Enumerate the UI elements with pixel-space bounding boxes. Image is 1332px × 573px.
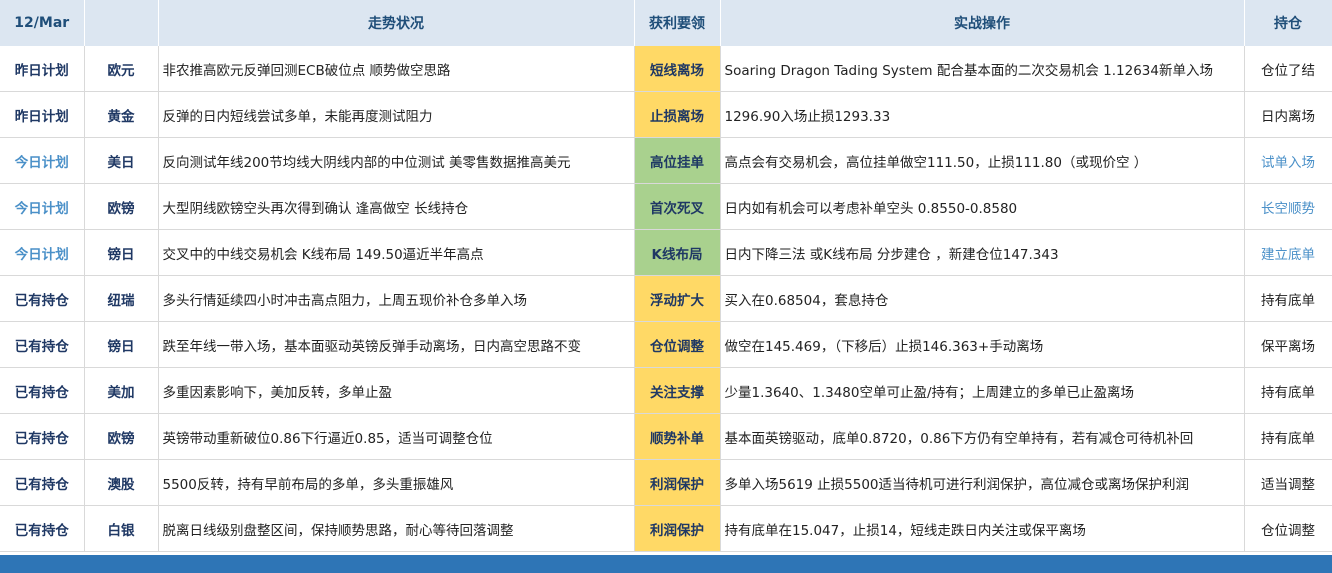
- table-body: 昨日计划 欧元 非农推高欧元反弹回测ECB破位点 顺势做空思路 短线离场 Soarin…: [0, 46, 1332, 552]
- asset-cell: 欧镑: [84, 183, 159, 230]
- plan-cell: 已有持仓: [0, 413, 85, 460]
- action-cell: 做空在145.469，（下移后）止损146.363+手动离场: [720, 321, 1245, 368]
- action-cell: 多单入场5619 止损5500适当待机可进行利润保护，高位减仓或离场保护利润: [720, 459, 1245, 506]
- trend-cell: 脱离日线级别盘整区间，保持顺势思路，耐心等待回落调整: [158, 505, 635, 552]
- asset-cell: 美日: [84, 137, 159, 184]
- profit-cell: 高位挂单: [634, 137, 721, 184]
- header-action: 实战操作: [720, 0, 1245, 46]
- trend-cell: 英镑带动重新破位0.86下行逼近0.85，适当可调整仓位: [158, 413, 635, 460]
- header-row: 12/Mar 走势状况 获利要领 实战操作 持仓: [0, 0, 1332, 46]
- header-profit: 获利要领: [634, 0, 721, 46]
- trend-cell: 大型阴线欧镑空头再次得到确认 逢高做空 长线持仓: [158, 183, 635, 230]
- table-row: 今日计划 欧镑 大型阴线欧镑空头再次得到确认 逢高做空 长线持仓 首次死叉 日内如有机会…: [0, 183, 1332, 230]
- action-cell: 日内下降三法 或K线布局 分步建仓 ，新建仓位147.343: [720, 229, 1245, 276]
- action-cell: Soaring Dragon Tading System 配合基本面的二次交易机…: [720, 46, 1245, 92]
- bottom-bar: [0, 555, 1332, 573]
- profit-cell: 短线离场: [634, 46, 721, 92]
- trend-cell: 多头行情延续四小时冲击高点阻力，上周五现价补仓多单入场: [158, 275, 635, 322]
- table-row: 已有持仓 纽瑞 多头行情延续四小时冲击高点阻力，上周五现价补仓多单入场 浮动扩大 买入在…: [0, 275, 1332, 322]
- plan-cell: 昨日计划: [0, 91, 85, 138]
- asset-cell: 美加: [84, 367, 159, 414]
- profit-cell: 关注支撑: [634, 367, 721, 414]
- header-blank: [84, 0, 159, 46]
- table-row: 已有持仓 镑日 跌至年线一带入场，基本面驱动英镑反弹手动离场，日内高空思路不变 仓位调…: [0, 321, 1332, 368]
- trend-cell: 5500反转，持有早前布局的多单，多头重振雄风: [158, 459, 635, 506]
- action-cell: 高点会有交易机会，高位挂单做空111.50，止损111.80（或现价空 ）: [720, 137, 1245, 184]
- position-cell: 长空顺势: [1244, 183, 1332, 230]
- plan-cell: 昨日计划: [0, 46, 85, 92]
- plan-cell: 今日计划: [0, 229, 85, 276]
- profit-cell: 利润保护: [634, 505, 721, 552]
- position-cell: 持有底单: [1244, 367, 1332, 414]
- asset-cell: 欧元: [84, 46, 159, 92]
- action-cell: 日内如有机会可以考虑补单空头 0.8550-0.8580: [720, 183, 1245, 230]
- profit-cell: 仓位调整: [634, 321, 721, 368]
- position-cell: 仓位了结: [1244, 46, 1332, 92]
- table-row: 已有持仓 欧镑 英镑带动重新破位0.86下行逼近0.85，适当可调整仓位 顺势补单 基本…: [0, 413, 1332, 460]
- asset-cell: 纽瑞: [84, 275, 159, 322]
- trading-plan-table: 12/Mar 走势状况 获利要领 实战操作 持仓 昨日计划 欧元 非农推高欧元反弹回…: [0, 0, 1332, 552]
- action-cell: 少量1.3640、1.3480空单可止盈/持有；上周建立的多单已止盈离场: [720, 367, 1245, 414]
- plan-cell: 已有持仓: [0, 505, 85, 552]
- position-cell: 适当调整: [1244, 459, 1332, 506]
- position-cell: 日内离场: [1244, 91, 1332, 138]
- profit-cell: K线布局: [634, 229, 721, 276]
- plan-cell: 已有持仓: [0, 367, 85, 414]
- action-cell: 买入在0.68504，套息持仓: [720, 275, 1245, 322]
- action-cell: 持有底单在15.047，止损14，短线走跌日内关注或保平离场: [720, 505, 1245, 552]
- plan-cell: 今日计划: [0, 183, 85, 230]
- position-cell: 保平离场: [1244, 321, 1332, 368]
- table-row: 昨日计划 欧元 非农推高欧元反弹回测ECB破位点 顺势做空思路 短线离场 Soarin…: [0, 46, 1332, 92]
- table-row: 已有持仓 澳股 5500反转，持有早前布局的多单，多头重振雄风 利润保护 多单入场561…: [0, 459, 1332, 506]
- trend-cell: 非农推高欧元反弹回测ECB破位点 顺势做空思路: [158, 46, 635, 92]
- profit-cell: 顺势补单: [634, 413, 721, 460]
- trend-cell: 反向测试年线200节均线大阴线内部的中位测试 美零售数据推高美元: [158, 137, 635, 184]
- header-date: 12/Mar: [0, 0, 85, 46]
- profit-cell: 浮动扩大: [634, 275, 721, 322]
- profit-cell: 首次死叉: [634, 183, 721, 230]
- table-row: 已有持仓 白银 脱离日线级别盘整区间，保持顺势思路，耐心等待回落调整 利润保护 持有底单…: [0, 505, 1332, 552]
- asset-cell: 黄金: [84, 91, 159, 138]
- position-cell: 仓位调整: [1244, 505, 1332, 552]
- plan-cell: 已有持仓: [0, 459, 85, 506]
- asset-cell: 镑日: [84, 321, 159, 368]
- header-position: 持仓: [1244, 0, 1332, 46]
- plan-cell: 今日计划: [0, 137, 85, 184]
- trend-cell: 交叉中的中线交易机会 K线布局 149.50逼近半年高点: [158, 229, 635, 276]
- trend-cell: 跌至年线一带入场，基本面驱动英镑反弹手动离场，日内高空思路不变: [158, 321, 635, 368]
- position-cell: 试单入场: [1244, 137, 1332, 184]
- action-cell: 1296.90入场止损1293.33: [720, 91, 1245, 138]
- plan-cell: 已有持仓: [0, 275, 85, 322]
- position-cell: 建立底单: [1244, 229, 1332, 276]
- table-row: 今日计划 镑日 交叉中的中线交易机会 K线布局 149.50逼近半年高点 K线布局 日内…: [0, 229, 1332, 276]
- trend-cell: 反弹的日内短线尝试多单，未能再度测试阻力: [158, 91, 635, 138]
- position-cell: 持有底单: [1244, 275, 1332, 322]
- table-row: 今日计划 美日 反向测试年线200节均线大阴线内部的中位测试 美零售数据推高美元 高位…: [0, 137, 1332, 184]
- asset-cell: 澳股: [84, 459, 159, 506]
- action-cell: 基本面英镑驱动，底单0.8720，0.86下方仍有空单持有，若有减仓可待机补回: [720, 413, 1245, 460]
- table-row: 已有持仓 美加 多重因素影响下，美加反转，多单止盈 关注支撑 少量1.3640、1.34…: [0, 367, 1332, 414]
- table-row: 昨日计划 黄金 反弹的日内短线尝试多单，未能再度测试阻力 止损离场 1296.90入场止…: [0, 91, 1332, 138]
- asset-cell: 欧镑: [84, 413, 159, 460]
- asset-cell: 镑日: [84, 229, 159, 276]
- trend-cell: 多重因素影响下，美加反转，多单止盈: [158, 367, 635, 414]
- position-cell: 持有底单: [1244, 413, 1332, 460]
- profit-cell: 利润保护: [634, 459, 721, 506]
- header-trend: 走势状况: [158, 0, 635, 46]
- plan-cell: 已有持仓: [0, 321, 85, 368]
- asset-cell: 白银: [84, 505, 159, 552]
- profit-cell: 止损离场: [634, 91, 721, 138]
